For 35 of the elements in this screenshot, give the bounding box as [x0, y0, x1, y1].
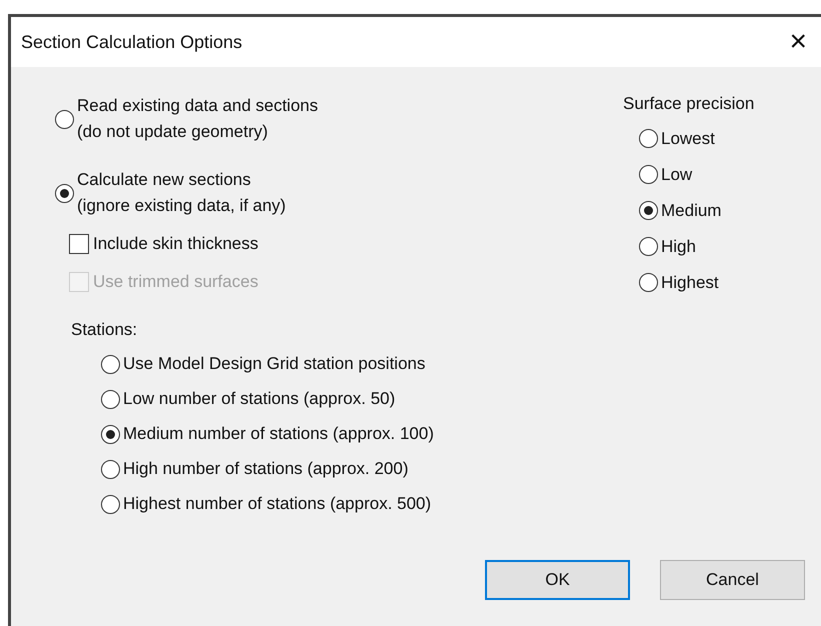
checkbox[interactable]	[69, 234, 89, 254]
radio-button[interactable]	[639, 129, 658, 148]
option-sublabel: (ignore existing data, if any)	[77, 195, 286, 217]
radio-button[interactable]	[101, 424, 120, 444]
dialog-button[interactable]: Cancel	[660, 560, 805, 600]
radio-button[interactable]	[101, 494, 120, 514]
checkbox-label: Include skin thickness	[93, 233, 258, 256]
option-label: Calculate new sections	[77, 169, 252, 191]
radio-button[interactable]	[639, 201, 658, 220]
checkbox-label: Use trimmed surfaces	[93, 271, 258, 294]
radio-button[interactable]	[101, 354, 120, 374]
precision-option-label: Lowest	[661, 128, 715, 150]
precision-option-label: High	[661, 236, 696, 258]
precision-option-label: Highest	[661, 272, 719, 294]
radio-button[interactable]	[55, 184, 74, 202]
precision-option-label: Medium	[661, 200, 722, 222]
surface-precision-label: Surface precision	[623, 93, 754, 115]
station-option-label: Use Model Design Grid station positions	[123, 353, 426, 376]
station-option-label: Low number of stations (approx. 50)	[123, 388, 396, 410]
station-option-label: Medium number of stations (approx. 100)	[123, 423, 434, 446]
station-option-label: Highest number of stations (approx. 500)	[123, 493, 432, 516]
station-option-label: High number of stations (approx. 200)	[123, 458, 408, 480]
stations-label: Stations:	[71, 319, 138, 341]
radio-button[interactable]	[639, 237, 658, 256]
radio-button[interactable]	[639, 273, 658, 292]
precision-option-label: Low	[661, 164, 692, 186]
radio-button[interactable]	[101, 460, 120, 478]
radio-button[interactable]	[55, 110, 74, 128]
option-sublabel: (do not update geometry)	[77, 121, 269, 143]
close-button[interactable]: ×	[789, 27, 807, 57]
option-label: Read existing data and sections	[77, 95, 318, 117]
radio-button[interactable]	[101, 390, 120, 408]
radio-button[interactable]	[639, 165, 658, 184]
dialog-button[interactable]: OK	[485, 560, 630, 600]
window-title: Section Calculation Options	[21, 30, 242, 54]
